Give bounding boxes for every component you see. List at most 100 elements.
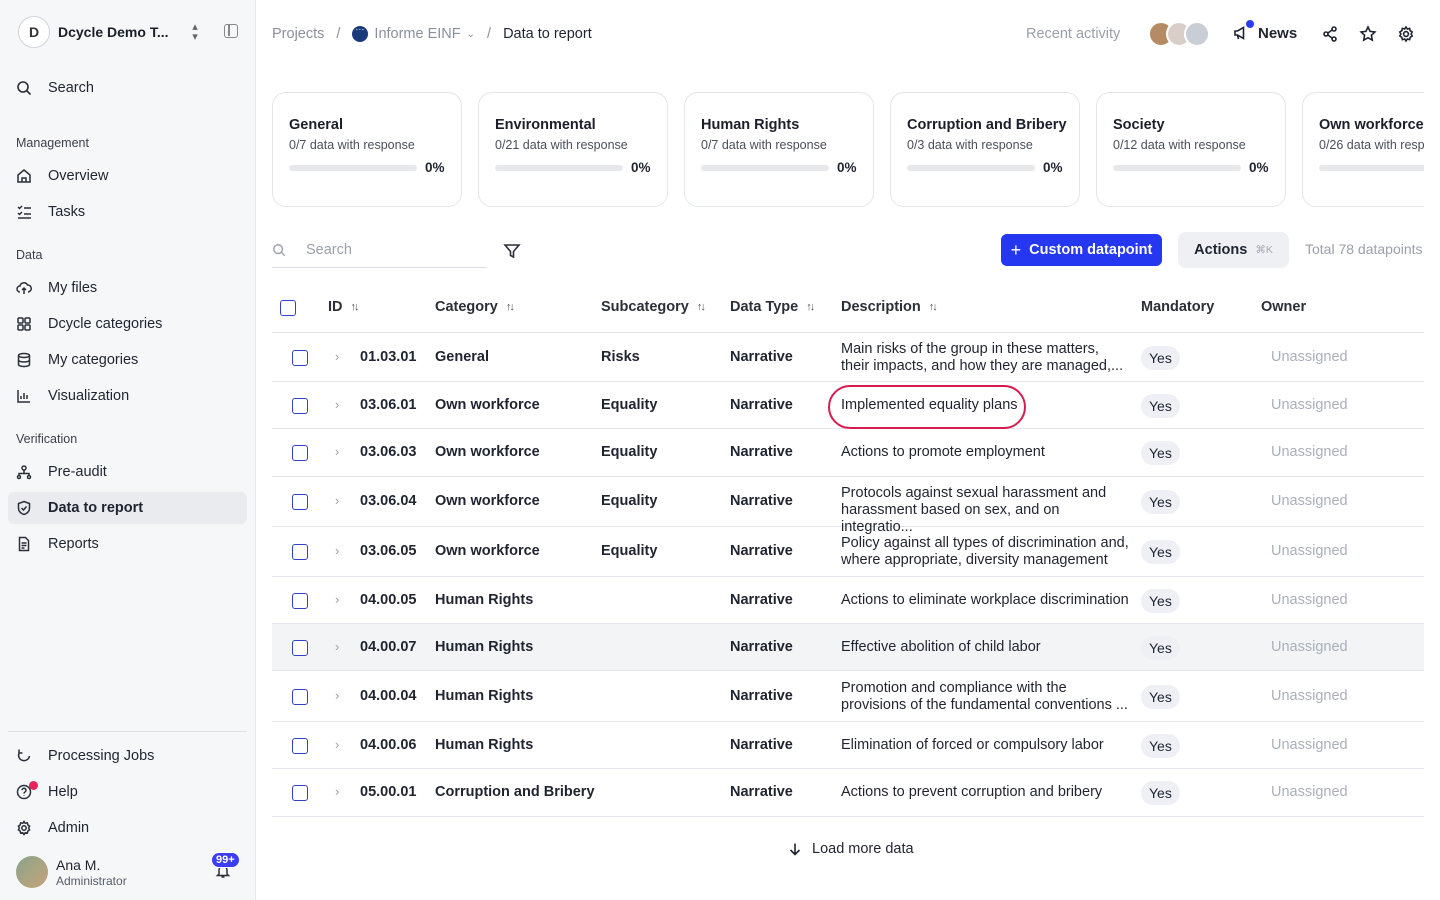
cell-owner[interactable]: Unassigned — [1271, 543, 1348, 559]
cell-owner[interactable]: Unassigned — [1271, 444, 1348, 460]
column-header-subcategory[interactable]: Subcategory ↑↓ — [601, 299, 706, 315]
chevron-right-icon[interactable]: › — [335, 688, 339, 703]
sidebar-item-label: Admin — [48, 820, 90, 836]
mandatory-badge: Yes — [1141, 636, 1180, 660]
row-checkbox[interactable] — [292, 689, 308, 705]
cell-description: Actions to promote employment — [841, 444, 1045, 460]
sidebar-item-data-to-report[interactable]: Data to report — [8, 492, 247, 524]
table-row[interactable]: › 03.06.04 Own workforce Equality Narrative P… — [272, 477, 1424, 535]
mandatory-badge: Yes — [1141, 781, 1180, 805]
category-card-environmental[interactable]: Environmental 0/21 data with response 0% — [478, 92, 668, 207]
sidebar-item-label: Help — [48, 784, 78, 800]
row-checkbox[interactable] — [292, 398, 308, 414]
table-row[interactable]: › 04.00.06 Human Rights Narrative Eliminatio… — [272, 722, 1424, 769]
breadcrumb-projects[interactable]: Projects — [272, 26, 324, 42]
custom-datapoint-button[interactable]: + Custom datapoint — [1001, 234, 1162, 266]
cell-data-type: Narrative — [730, 639, 793, 655]
mandatory-badge: Yes — [1141, 441, 1180, 465]
row-checkbox[interactable] — [292, 738, 308, 754]
cell-owner[interactable]: Unassigned — [1271, 592, 1348, 608]
cell-subcategory: Equality — [601, 444, 658, 460]
chevron-right-icon[interactable]: › — [335, 784, 339, 799]
cell-owner[interactable]: Unassigned — [1271, 397, 1348, 413]
sidebar-item-dcycle-categories[interactable]: Dcycle categories — [8, 308, 247, 340]
breadcrumb-project[interactable]: Informe EINF — [374, 26, 460, 42]
load-more-button[interactable]: Load more data — [788, 841, 914, 857]
table-row[interactable]: › 04.00.07 Human Rights Narrative Effective … — [272, 624, 1424, 671]
cell-owner[interactable]: Unassigned — [1271, 639, 1348, 655]
card-percent: 0% — [1043, 160, 1063, 175]
cell-owner[interactable]: Unassigned — [1271, 784, 1348, 800]
cell-owner[interactable]: Unassigned — [1271, 349, 1348, 365]
workspace-switcher[interactable]: D Dcycle Demo T... ▴ ▾ — [18, 16, 248, 48]
column-header-category[interactable]: Category ↑↓ — [435, 299, 515, 315]
chevron-down-icon[interactable]: ⌄ — [467, 29, 475, 40]
actions-button[interactable]: Actions ⌘K — [1178, 232, 1289, 268]
sidebar-item-processing-jobs[interactable]: Processing Jobs — [8, 740, 247, 772]
sidebar-collapse-icon[interactable] — [224, 24, 238, 38]
sidebar-item-help[interactable]: Help — [8, 776, 247, 808]
collaborator-avatars[interactable] — [1148, 21, 1210, 47]
category-card-general[interactable]: General 0/7 data with response 0% — [272, 92, 462, 207]
column-header-id[interactable]: ID ↑↓ — [328, 299, 360, 315]
sidebar-item-pre-audit[interactable]: Pre-audit — [8, 456, 247, 488]
select-all-checkbox[interactable] — [280, 300, 296, 316]
category-card-corruption[interactable]: Corruption and Bribery 0/3 data with res… — [890, 92, 1080, 207]
row-checkbox[interactable] — [292, 544, 308, 560]
table-row[interactable]: › 03.06.05 Own workforce Equality Narrative P… — [272, 527, 1424, 577]
search-input[interactable] — [306, 241, 476, 258]
table-row[interactable]: › 05.00.01 Corruption and Bribery Narrative… — [272, 769, 1424, 817]
card-title: Human Rights — [701, 117, 800, 133]
cell-id: 03.06.03 — [360, 444, 417, 460]
custom-datapoint-label: Custom datapoint — [1029, 242, 1153, 258]
cell-id: 04.00.06 — [360, 737, 417, 753]
category-card-human-rights[interactable]: Human Rights 0/7 data with response 0% — [684, 92, 874, 207]
sidebar-item-my-files[interactable]: My files — [8, 272, 247, 304]
sidebar-item-tasks[interactable]: Tasks — [8, 196, 247, 228]
category-card-own-workforce[interactable]: Own workforce 0/26 data with response 0% — [1302, 92, 1424, 207]
workspace-name: Dcycle Demo T... — [58, 24, 169, 40]
table-row[interactable]: › 01.03.01 General Risks Narrative Main risks… — [272, 333, 1424, 382]
row-checkbox[interactable] — [292, 494, 308, 510]
column-header-data-type[interactable]: Data Type ↑↓ — [730, 299, 815, 315]
sidebar-item-my-categories[interactable]: My categories — [8, 344, 247, 376]
chevron-right-icon[interactable]: › — [335, 543, 339, 558]
table-row[interactable]: › 04.00.05 Human Rights Narrative Actions to… — [272, 577, 1424, 624]
cell-id: 04.00.04 — [360, 688, 417, 704]
avatar — [1184, 21, 1210, 47]
card-subtitle: 0/21 data with response — [495, 138, 628, 152]
recent-activity-link[interactable]: Recent activity — [1026, 26, 1120, 42]
chevron-right-icon[interactable]: › — [335, 737, 339, 752]
cell-owner[interactable]: Unassigned — [1271, 493, 1348, 509]
column-header-description[interactable]: Description ↑↓ — [841, 299, 938, 315]
category-card-society[interactable]: Society 0/12 data with response 0% — [1096, 92, 1286, 207]
row-checkbox[interactable] — [292, 785, 308, 801]
chevron-right-icon[interactable]: › — [335, 397, 339, 412]
share-icon[interactable] — [1321, 25, 1339, 43]
star-icon[interactable] — [1359, 25, 1377, 43]
cell-owner[interactable]: Unassigned — [1271, 688, 1348, 704]
row-checkbox[interactable] — [292, 593, 308, 609]
news-button[interactable]: News — [1232, 20, 1297, 42]
sidebar-item-admin[interactable]: Admin — [8, 812, 247, 844]
chevron-right-icon[interactable]: › — [335, 349, 339, 364]
grid-icon — [16, 316, 32, 332]
table-row[interactable]: › 04.00.04 Human Rights Narrative Promotion … — [272, 671, 1424, 722]
chevron-right-icon[interactable]: › — [335, 592, 339, 607]
settings-icon[interactable] — [1397, 25, 1415, 43]
chevron-right-icon[interactable]: › — [335, 639, 339, 654]
sidebar-item-overview[interactable]: Overview — [8, 160, 247, 192]
row-checkbox[interactable] — [292, 445, 308, 461]
user-profile[interactable]: Ana M. Administrator 99+ — [16, 852, 248, 888]
table-row[interactable]: › 03.06.03 Own workforce Equality Narrative A… — [272, 429, 1424, 477]
sidebar-search[interactable]: Search — [8, 72, 247, 104]
chevron-right-icon[interactable]: › — [335, 444, 339, 459]
sidebar-item-reports[interactable]: Reports — [8, 528, 247, 560]
row-checkbox[interactable] — [292, 350, 308, 366]
chevron-right-icon[interactable]: › — [335, 493, 339, 508]
filter-icon[interactable] — [503, 242, 521, 260]
sidebar-item-visualization[interactable]: Visualization — [8, 380, 247, 412]
chevron-updown-icon[interactable]: ▴ ▾ — [188, 22, 202, 43]
row-checkbox[interactable] — [292, 640, 308, 656]
cell-owner[interactable]: Unassigned — [1271, 737, 1348, 753]
